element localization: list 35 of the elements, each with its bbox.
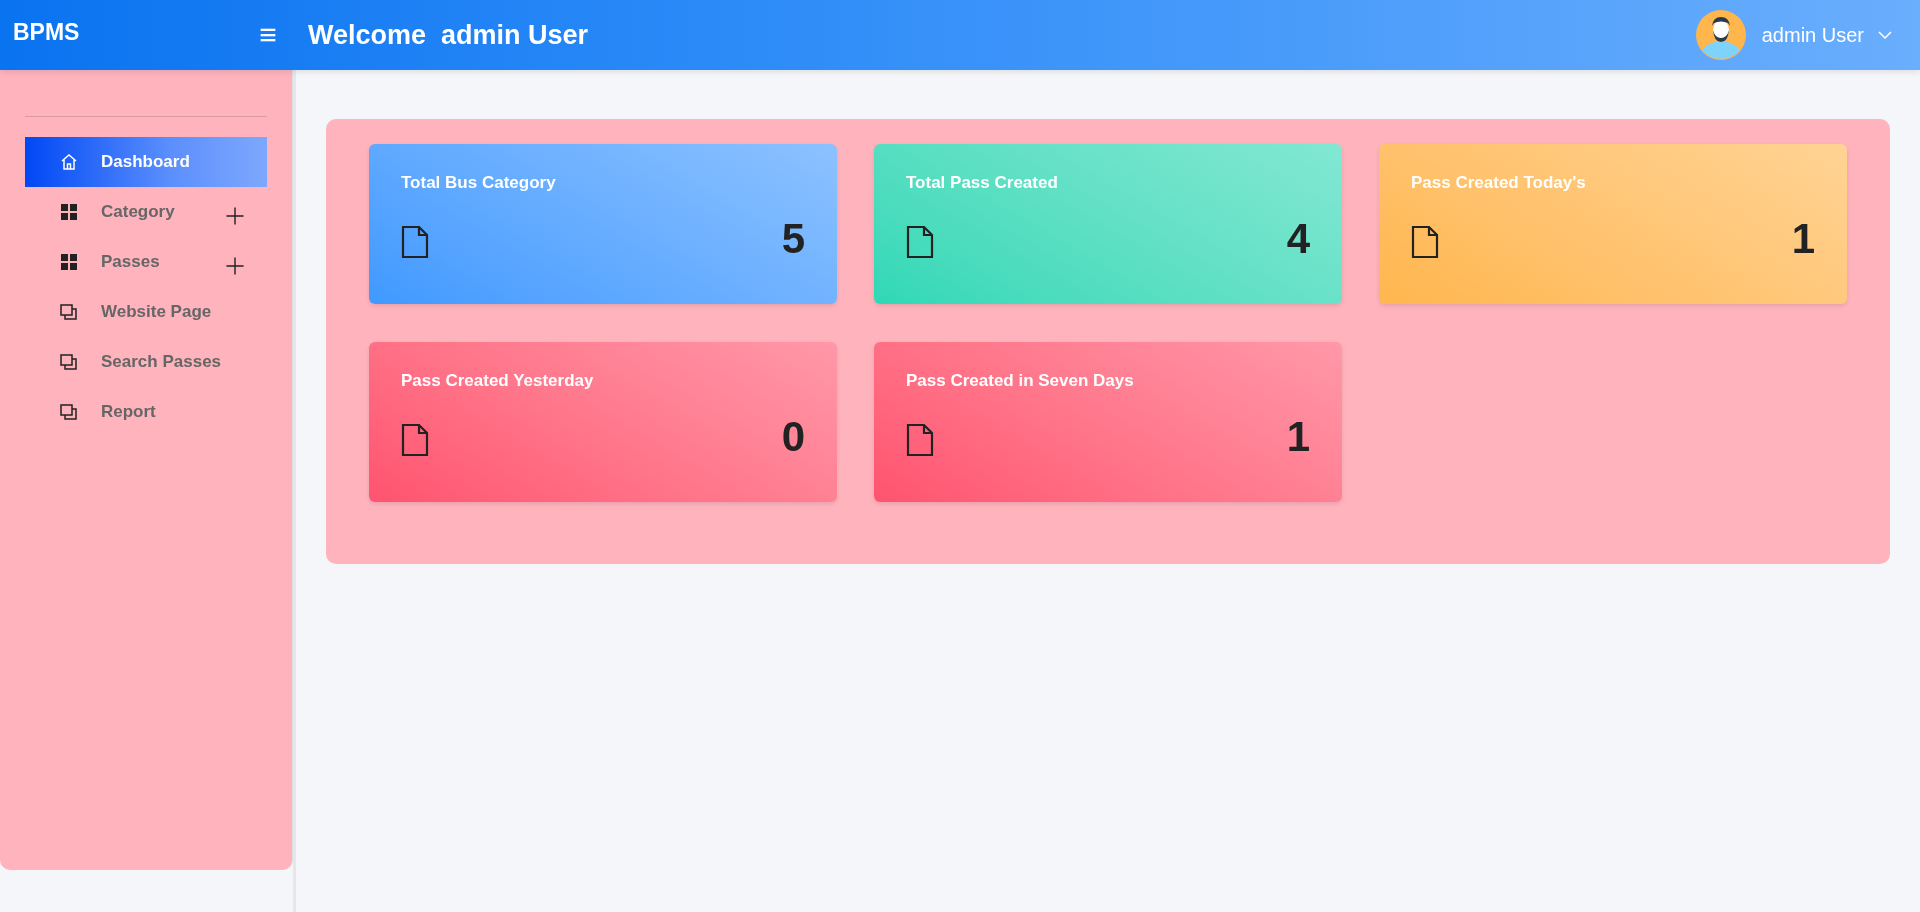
grid-icon xyxy=(59,252,79,272)
card-value: 1 xyxy=(1791,215,1815,263)
document-icon xyxy=(401,225,429,259)
card-title: Total Pass Created xyxy=(906,173,1059,193)
windows-icon xyxy=(59,302,79,322)
avatar-icon xyxy=(1695,10,1746,60)
card-title: Pass Created Today's xyxy=(1411,173,1587,193)
card-title: Total Bus Category xyxy=(401,173,557,193)
card-value: 5 xyxy=(781,215,805,263)
home-icon xyxy=(59,152,79,172)
document-icon xyxy=(401,423,429,457)
windows-icon xyxy=(59,352,79,372)
windows-icon xyxy=(59,402,79,422)
sidebar-item[interactable]: Dashboard xyxy=(25,137,267,187)
plus-icon[interactable] xyxy=(225,206,245,226)
card-value: 4 xyxy=(1286,215,1310,263)
sidebar-item[interactable]: Website Page xyxy=(25,287,267,337)
card-value: 0 xyxy=(781,413,805,461)
grid-icon xyxy=(59,202,79,222)
document-icon xyxy=(1411,225,1439,259)
document-icon xyxy=(906,423,934,457)
sidebar-item[interactable]: Passes xyxy=(25,237,267,287)
brand-title: BPMS xyxy=(12,18,81,46)
plus-icon[interactable] xyxy=(225,256,245,276)
user-menu-button[interactable]: admin User xyxy=(1761,23,1892,47)
menu-button[interactable]: ≡ xyxy=(248,20,288,50)
card-title: Pass Created in Seven Days xyxy=(906,371,1135,391)
sidebar-item[interactable]: Search Passes xyxy=(25,337,267,387)
welcome-title: Welcome admin User xyxy=(308,19,590,51)
card-title: Pass Created Yesterday xyxy=(401,371,595,391)
chevron-down-icon xyxy=(1878,30,1892,40)
sidebar-item[interactable]: Report xyxy=(25,387,267,437)
document-icon xyxy=(906,225,934,259)
sidebar-item[interactable]: Category xyxy=(25,187,267,237)
card-value: 1 xyxy=(1286,413,1310,461)
